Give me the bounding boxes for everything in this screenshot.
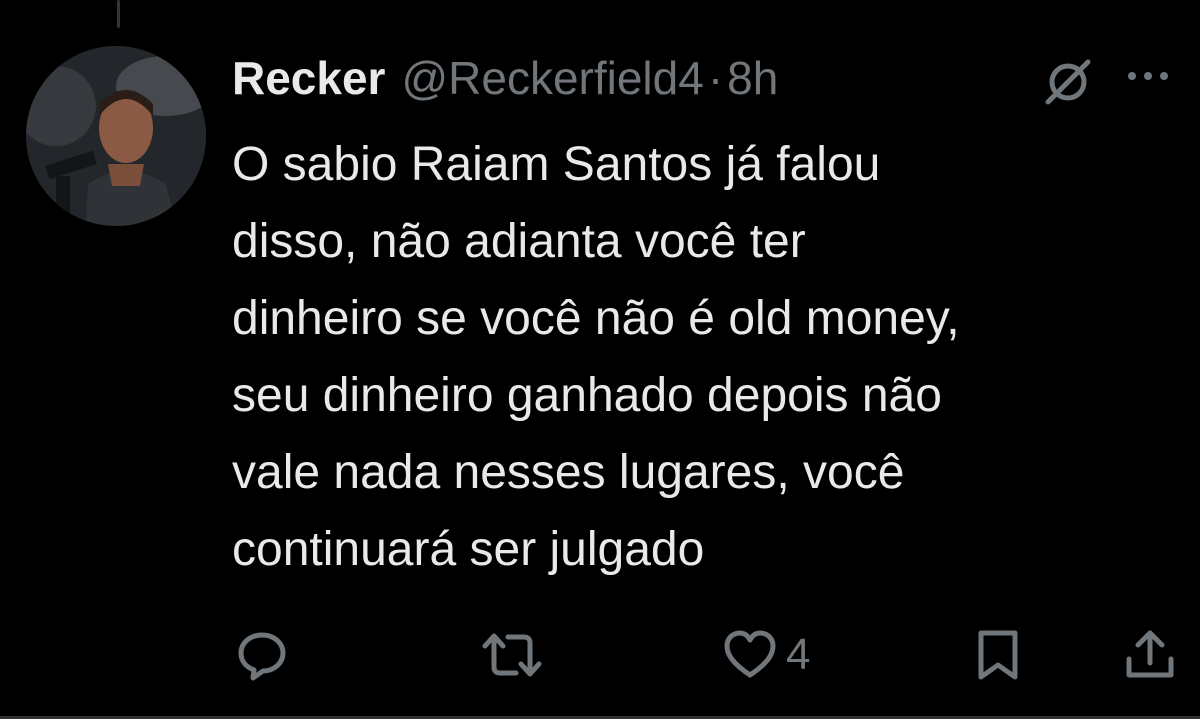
action-bar: 4 <box>0 620 1200 690</box>
more-options-icon[interactable] <box>1124 66 1172 86</box>
author-handle[interactable]: @Reckerfield4 <box>401 51 703 105</box>
bookmark-button[interactable] <box>974 620 1022 690</box>
bookmark-icon <box>978 630 1018 680</box>
tweet-text-line: seu dinheiro ganhado depois não <box>232 369 942 422</box>
reply-icon <box>238 632 286 681</box>
tweet-text-line: disso, não adianta você ter <box>232 215 806 268</box>
share-button[interactable] <box>1124 620 1176 690</box>
tweet-text: O sabio Raiam Santos já falou disso, não… <box>232 126 1172 588</box>
grok-icon[interactable] <box>1042 56 1094 108</box>
avatar[interactable] <box>26 46 206 226</box>
tweet-header: Recker @Reckerfield4 · 8h <box>232 46 778 110</box>
timestamp[interactable]: 8h <box>727 51 778 105</box>
avatar-image <box>26 46 206 226</box>
heart-icon <box>724 630 776 678</box>
author-name[interactable]: Recker <box>232 51 385 105</box>
reply-button[interactable] <box>234 620 290 690</box>
retweet-button[interactable] <box>482 620 542 690</box>
tweet-text-line: O sabio Raiam Santos já falou <box>232 138 881 191</box>
share-icon <box>1126 630 1174 678</box>
thread-connector-line <box>117 0 120 28</box>
retweet-icon <box>482 633 542 677</box>
like-button[interactable]: 4 <box>722 620 810 690</box>
tweet-text-line: continuará ser julgado <box>232 523 705 576</box>
separator-dot: · <box>707 52 724 104</box>
tweet-text-line: vale nada nesses lugares, você <box>232 446 905 499</box>
like-count: 4 <box>786 630 811 679</box>
tweet-text-line: dinheiro se você não é old money, <box>232 292 960 345</box>
